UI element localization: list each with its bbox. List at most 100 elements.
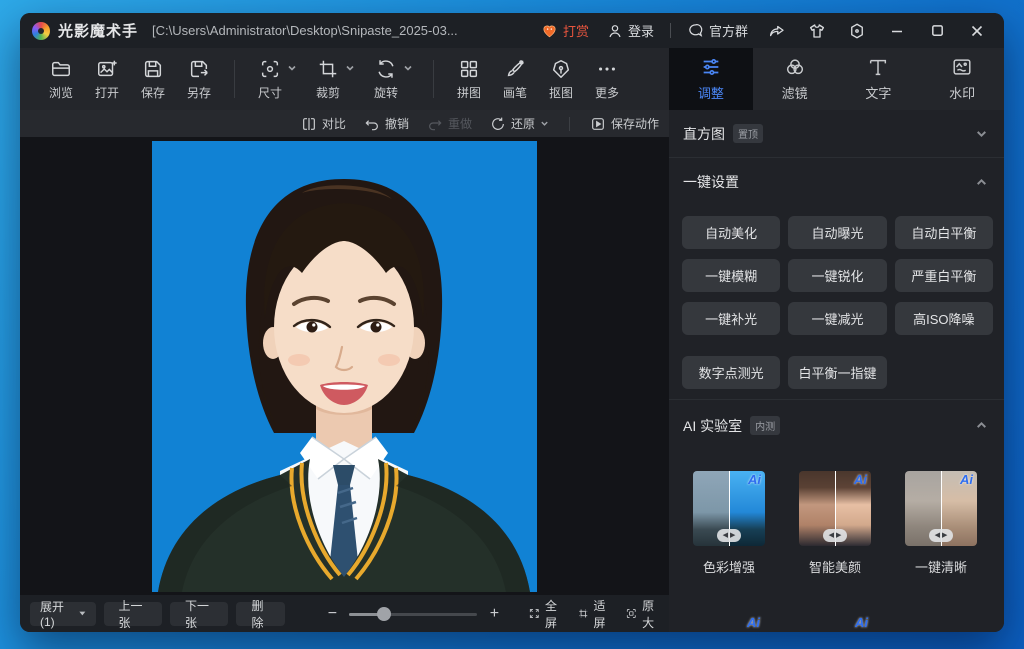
zoom-out-button[interactable]: − (325, 605, 339, 623)
chevron-up-icon[interactable] (975, 419, 988, 432)
ai-thumbnail-partial[interactable]: Ai (800, 614, 872, 632)
fit-screen-icon (578, 606, 589, 621)
skin-button[interactable] (800, 18, 834, 44)
delete-button[interactable]: 删除 (236, 602, 285, 626)
triangle-down-icon (79, 610, 86, 617)
app-window: 光影魔术手 [C:\Users\Administrator\Desktop\Sn… (20, 13, 1004, 632)
zoom-in-button[interactable]: + (487, 605, 501, 623)
redo-button[interactable]: 重做 (427, 115, 472, 132)
auto-white-balance-button[interactable]: 自动白平衡 (895, 216, 993, 249)
secondary-toolbar-separator (569, 117, 570, 131)
auto-beautify-button[interactable]: 自动美化 (682, 216, 780, 249)
restore-button[interactable]: 还原 (490, 115, 549, 132)
crop-button[interactable]: 裁剪 (305, 53, 351, 105)
editor-area: 对比 撤销 重做 还原 (20, 110, 669, 632)
chevron-up-icon[interactable] (975, 176, 988, 189)
donate-button[interactable]: 打赏 (535, 17, 595, 44)
save-as-button[interactable]: 另存 (176, 53, 222, 105)
prev-image-button[interactable]: 上一张 (104, 602, 162, 626)
fullscreen-button[interactable]: 全屏 (529, 597, 562, 631)
redo-icon (427, 116, 443, 132)
tshirt-icon (808, 22, 826, 40)
white-balance-one-touch-button[interactable]: 白平衡一指键 (788, 356, 886, 389)
rotate-button[interactable]: 旋转 (363, 53, 409, 105)
watermark-icon (951, 56, 973, 78)
text-icon (867, 56, 889, 78)
brush-icon (504, 58, 526, 80)
chevron-down-icon[interactable] (345, 63, 355, 73)
settings-button[interactable] (840, 18, 874, 44)
folder-icon (50, 58, 72, 80)
severe-white-balance-button[interactable]: 严重白平衡 (895, 259, 993, 292)
ai-color-enhance-thumbnail[interactable]: Ai ◀▶ (693, 471, 765, 546)
title-bar: 光影魔术手 [C:\Users\Administrator\Desktop\Sn… (20, 13, 1004, 48)
one-click-fill-light-button[interactable]: 一键补光 (682, 302, 780, 335)
share-button[interactable] (760, 18, 794, 44)
collage-button[interactable]: 拼图 (446, 53, 492, 105)
ai-lab-section-header[interactable]: AI 实验室 内测 (669, 402, 1004, 449)
one-click-section-header[interactable]: 一键设置 (669, 158, 1004, 206)
histogram-section-header[interactable]: 直方图 置顶 (669, 110, 1004, 157)
ai-feature-label: 色彩增强 (703, 557, 755, 576)
high-iso-denoise-button[interactable]: 高ISO降噪 (895, 302, 993, 335)
ai-smart-beauty-item[interactable]: Ai ◀▶ 智能美颜 (798, 471, 872, 576)
compare-button[interactable]: 对比 (301, 115, 346, 132)
original-size-button[interactable]: 原大 (626, 597, 659, 631)
ai-badge: Ai (748, 472, 761, 487)
zoom-control: − + (325, 605, 501, 623)
cutout-button[interactable]: 抠图 (538, 53, 584, 105)
save-action-button[interactable]: 保存动作 (590, 115, 659, 132)
before-after-toggle[interactable]: ◀▶ (929, 529, 953, 542)
one-click-blur-button[interactable]: 一键模糊 (682, 259, 780, 292)
before-after-toggle[interactable]: ◀▶ (823, 529, 847, 542)
zoom-slider[interactable] (349, 607, 477, 621)
ai-feature-label: 智能美颜 (809, 557, 861, 576)
maximize-button[interactable] (920, 18, 954, 44)
size-button[interactable]: 尺寸 (247, 53, 293, 105)
canvas-area (20, 137, 669, 595)
browse-button[interactable]: 浏览 (38, 53, 84, 105)
brush-button[interactable]: 画笔 (492, 53, 538, 105)
open-button[interactable]: 打开 (84, 53, 130, 105)
chevron-down-icon[interactable] (540, 119, 549, 128)
tab-watermark[interactable]: 水印 (920, 48, 1004, 110)
app-logo-icon (32, 22, 50, 40)
login-button[interactable]: 登录 (601, 17, 660, 44)
chevron-down-icon[interactable] (287, 63, 297, 73)
ai-smart-beauty-thumbnail[interactable]: Ai ◀▶ (799, 471, 871, 546)
save-button[interactable]: 保存 (130, 53, 176, 105)
one-click-sharpen-button[interactable]: 一键锐化 (788, 259, 886, 292)
next-image-button[interactable]: 下一张 (170, 602, 228, 626)
official-group-button[interactable]: 官方群 (681, 17, 754, 44)
tab-adjust[interactable]: 调整 (669, 48, 753, 110)
ellipsis-icon (596, 58, 618, 80)
ai-feature-thumbnails: Ai ◀▶ 色彩增强 Ai ◀▶ 智能美颜 (669, 449, 1004, 576)
app-title: 光影魔术手 (58, 20, 138, 41)
panel-tab-bar: 调整 滤镜 文字 水印 (669, 48, 1004, 110)
before-after-toggle[interactable]: ◀▶ (717, 529, 741, 542)
maximize-icon (930, 23, 945, 38)
tab-text[interactable]: 文字 (837, 48, 921, 110)
one-click-dim-light-button[interactable]: 一键减光 (788, 302, 886, 335)
bottom-bar: 展开(1) 上一张 下一张 删除 − + (20, 595, 669, 632)
chevron-down-icon[interactable] (975, 127, 988, 140)
photo-image[interactable] (152, 141, 537, 592)
minimize-button[interactable] (880, 18, 914, 44)
expand-list-button[interactable]: 展开(1) (30, 602, 96, 626)
heart-icon (541, 22, 558, 39)
share-arrow-icon (768, 22, 786, 40)
ai-one-click-clarity-thumbnail[interactable]: Ai ◀▶ (905, 471, 977, 546)
zoom-slider-knob[interactable] (377, 607, 391, 621)
ai-thumbnail-partial[interactable]: Ai (692, 614, 764, 632)
fit-screen-button[interactable]: 适屏 (578, 597, 611, 631)
desktop-background: 光影魔术手 [C:\Users\Administrator\Desktop\Sn… (0, 0, 1024, 649)
chevron-down-icon[interactable] (403, 63, 413, 73)
ai-color-enhance-item[interactable]: Ai ◀▶ 色彩增强 (692, 471, 766, 576)
undo-button[interactable]: 撤销 (364, 115, 409, 132)
more-button[interactable]: 更多 (584, 53, 630, 105)
ai-one-click-clarity-item[interactable]: Ai ◀▶ 一键清晰 (904, 471, 978, 576)
digital-spot-metering-button[interactable]: 数字点测光 (682, 356, 780, 389)
close-button[interactable] (960, 18, 994, 44)
auto-exposure-button[interactable]: 自动曝光 (788, 216, 886, 249)
tab-filter[interactable]: 滤镜 (753, 48, 837, 110)
